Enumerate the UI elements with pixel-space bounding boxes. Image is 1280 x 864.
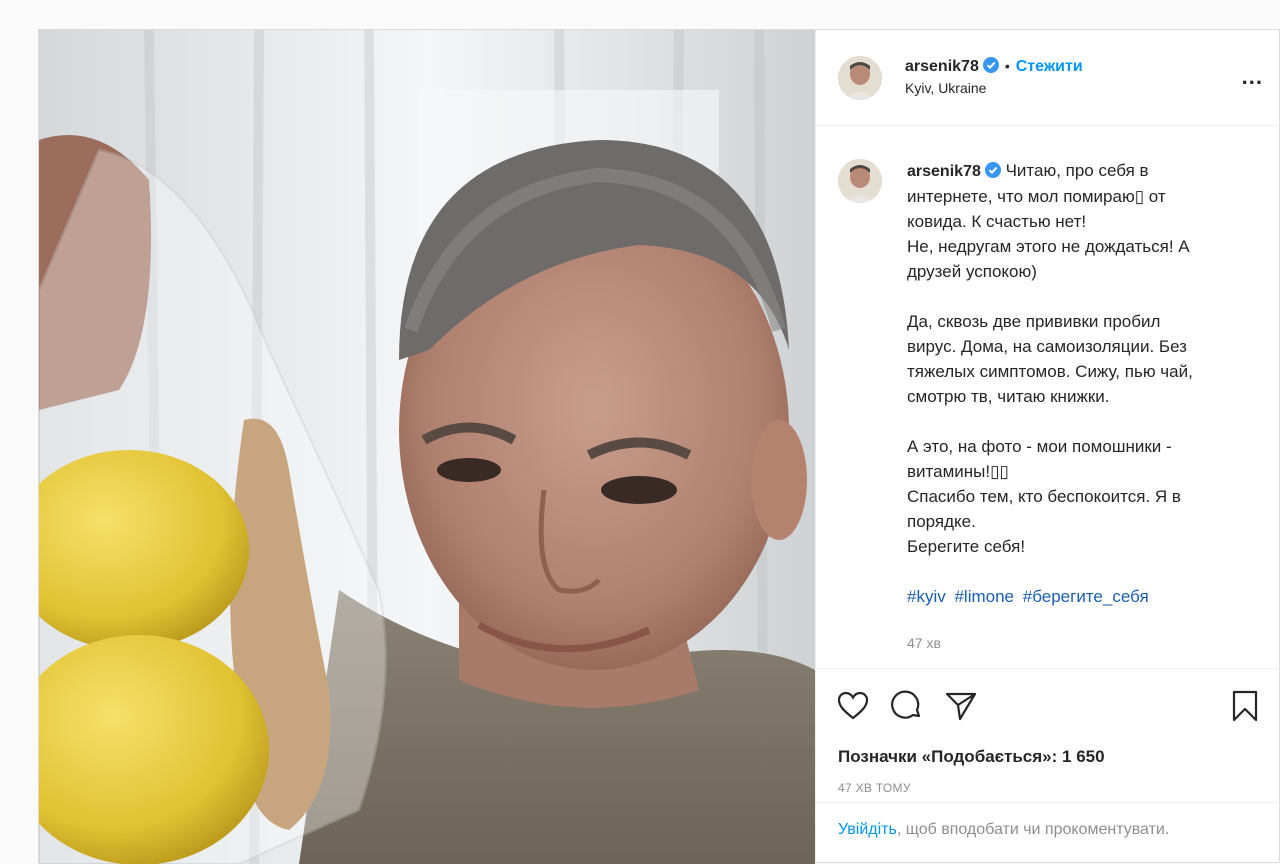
heart-icon xyxy=(837,691,869,720)
login-prompt-text: , щоб вподобати чи прокоментувати. xyxy=(896,821,1170,838)
login-link[interactable]: Увійдіть xyxy=(838,821,897,838)
caption-line: интернете, что мол помираю▯ от xyxy=(907,187,1166,206)
header-names: arsenik78 • Стежити Kyiv, Ukraine xyxy=(905,57,1083,96)
post-caption: arsenik78 Читаю, про себя в интернете, ч… xyxy=(907,158,1247,656)
avatar[interactable] xyxy=(838,56,882,100)
save-button[interactable] xyxy=(1228,689,1262,723)
verified-badge-icon xyxy=(982,57,999,73)
caption-line: Спасибо тем, кто беспокоится. Я в xyxy=(907,487,1181,506)
caption-line: тяжелых симптомов. Сижу, пью чай, xyxy=(907,362,1193,381)
follow-button[interactable]: Стежити xyxy=(1016,58,1083,75)
paper-plane-icon xyxy=(945,692,977,721)
avatar[interactable] xyxy=(838,159,882,203)
like-button[interactable] xyxy=(836,689,870,723)
hashtag-link[interactable]: #kyiv xyxy=(907,587,946,606)
caption-line: витамины!▯▯ xyxy=(907,462,1009,481)
action-section: Позначки «Подобається»: 1 650 47 ХВ ТОМУ… xyxy=(816,668,1280,864)
caption-timestamp[interactable]: 47 хв xyxy=(907,631,1247,656)
hashtag-link[interactable]: #limone xyxy=(954,587,1014,606)
username-link[interactable]: arsenik78 xyxy=(905,58,979,75)
comment-button[interactable] xyxy=(890,689,924,723)
caption-username[interactable]: arsenik78 xyxy=(907,163,981,180)
caption-line: смотрю тв, читаю книжки. xyxy=(907,387,1110,406)
post-sidebar: arsenik78 • Стежити Kyiv, Ukraine ... arse… xyxy=(815,30,1280,864)
caption-line: Да, сквозь две прививки пробил xyxy=(907,312,1161,331)
caption-text: Читаю, про себя в xyxy=(1005,161,1149,180)
caption-line: порядке. xyxy=(907,512,976,531)
caption-line xyxy=(907,409,1247,434)
post-timestamp[interactable]: 47 ХВ ТОМУ xyxy=(838,781,911,795)
post-photo[interactable] xyxy=(39,30,815,864)
verified-badge-icon xyxy=(984,160,1001,178)
caption-line: ковида. К счастью нет! xyxy=(907,212,1087,231)
hashtag-link[interactable]: #берегите_себя xyxy=(1023,587,1149,606)
more-options-button[interactable]: ... xyxy=(1242,64,1263,90)
caption-line: вирус. Дома, на самоизоляции. Без xyxy=(907,337,1187,356)
caption-line xyxy=(907,284,1247,309)
comment-bubble-icon xyxy=(891,690,921,719)
comments-area: arsenik78 Читаю, про себя в интернете, ч… xyxy=(816,126,1280,666)
caption-line: Берегите себя! xyxy=(907,537,1026,556)
hashtags: #kyiv #limone #берегите_себя xyxy=(907,584,1247,609)
location-link[interactable]: Kyiv, Ukraine xyxy=(905,80,1083,96)
caption-line: друзей успокою) xyxy=(907,262,1037,281)
instagram-post: arsenik78 • Стежити Kyiv, Ukraine ... arse… xyxy=(38,29,1280,864)
bookmark-icon xyxy=(1232,690,1258,722)
login-prompt: Увійдіть, щоб вподобати чи прокоментуват… xyxy=(816,802,1280,864)
caption-line: А это, на фото - мои помошники - xyxy=(907,437,1172,456)
post-header: arsenik78 • Стежити Kyiv, Ukraine ... xyxy=(816,30,1280,126)
caption-line: arsenik78 Читаю, про себя в xyxy=(907,158,1247,184)
caption-line: Не, недругам этого не дождаться! А xyxy=(907,237,1190,256)
likes-count[interactable]: Позначки «Подобається»: 1 650 xyxy=(838,747,1105,767)
share-button[interactable] xyxy=(944,689,978,723)
separator-dot: • xyxy=(1004,58,1010,74)
